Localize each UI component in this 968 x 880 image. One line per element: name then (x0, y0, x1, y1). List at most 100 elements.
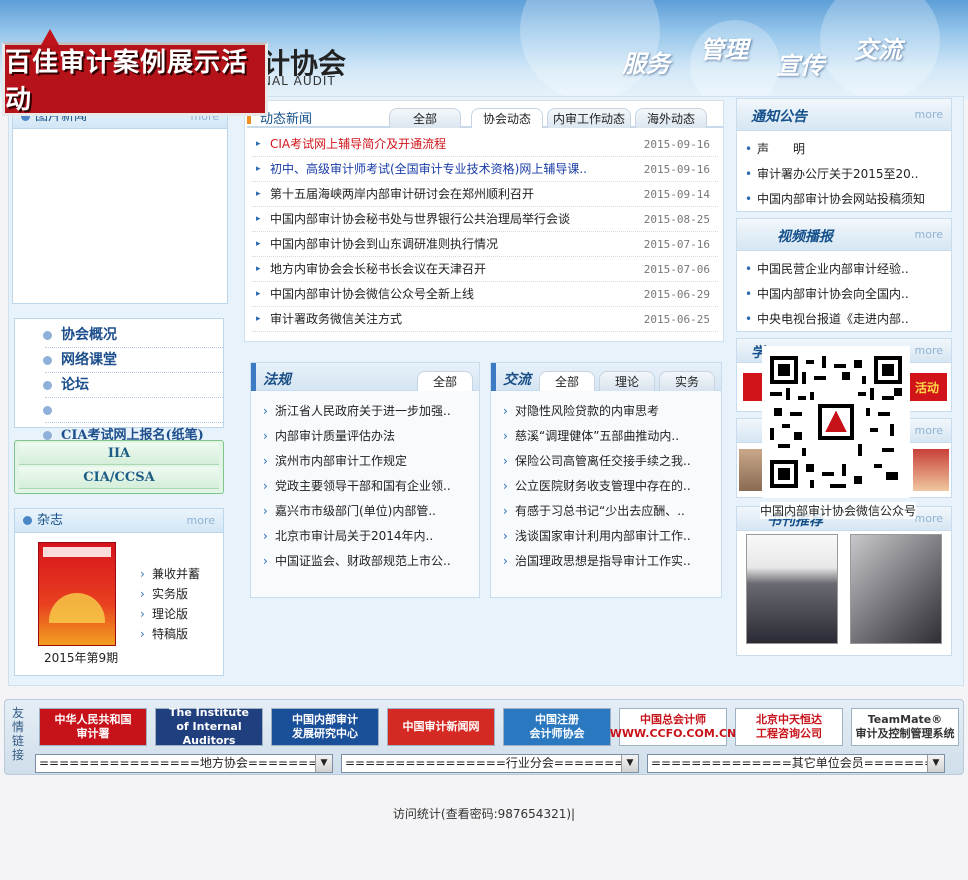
audit-case-banner[interactable]: 百佳审计案例展示活动 (2, 29, 268, 116)
news-item[interactable]: 中国内部审计协会秘书处与世界银行公共治理局举行会谈 2015-08-25 (252, 207, 718, 232)
select-local-association[interactable]: ================地方协会================ ▼ (35, 754, 333, 773)
partner-logo-link[interactable]: TeamMate® 审计及控制管理系统 (851, 708, 959, 746)
promo-more-link[interactable]: more (915, 344, 944, 357)
notice-more-link[interactable]: more (915, 108, 944, 121)
tab-overseas-news[interactable]: 海外动态 (635, 108, 707, 128)
magazine-section-link[interactable]: 兼收并蓄 (140, 564, 200, 584)
video-item[interactable]: 中国内部审计协会向全国内.. (745, 282, 951, 307)
notice-title: 通知公告 (751, 109, 807, 125)
law-item[interactable]: 嘉兴市市级部门(单位)内部管.. (261, 499, 479, 524)
nav-item-empty[interactable] (43, 398, 223, 423)
exchange-tab-theory[interactable]: 理论 (599, 371, 655, 391)
magazine-section-link[interactable]: 特稿版 (140, 624, 200, 644)
law-list: 浙江省人民政府关于进一步加强..内部审计质量评估办法滨州市内部审计工作规定党政主… (251, 391, 479, 574)
magazine-more-link[interactable]: more (187, 509, 216, 533)
law-item[interactable]: 中国证监会、财政部规范上市公.. (261, 549, 479, 574)
nav-item-association-overview[interactable]: 协会概况 (43, 323, 223, 348)
exchange-item[interactable]: 治国理政思想是指导审计工作实.. (501, 549, 721, 574)
page: 计协会 NAL AUDIT 服务 管理 宣传 交流 百佳审计案例展示活动 图片新… (0, 0, 968, 880)
partner-logo-link[interactable]: 中华人民共和国 审计署 (39, 708, 147, 746)
tab-internal-audit-news[interactable]: 内审工作动态 (547, 108, 631, 128)
banner-peak-icon (41, 29, 59, 45)
law-item[interactable]: 内部审计质量评估办法 (261, 424, 479, 449)
video-item[interactable]: 中央电视台报道《走进内部.. (745, 307, 951, 332)
notice-list: 声 明审计署办公厅关于2015至20..中国内部审计协会网站投稿须知 (737, 131, 951, 212)
exchange-tab-all[interactable]: 全部 (539, 371, 595, 391)
news-tabs-bar: 全部 协会动态 内审工作动态 海外动态 (247, 106, 723, 128)
select-industry-branch[interactable]: ================行业分会================ ▼ (341, 754, 639, 773)
slogan-management: 管理 (700, 36, 748, 64)
news-item-title: 审计署政务微信关注方式 (270, 312, 403, 326)
wechat-qr-caption: 中国内部审计协会微信公众号 (760, 502, 917, 519)
visit-stats-footer[interactable]: 访问统计(查看密码:987654321)| (0, 805, 968, 822)
exchange-item[interactable]: 浅谈国家审计利用内部审计工作.. (501, 524, 721, 549)
iia-links-box: IIA CIA/CCSA (14, 440, 224, 494)
person-photo[interactable] (913, 449, 949, 491)
news-item-title: 中国内部审计协会微信公众号全新上线 (270, 287, 475, 301)
photo-news-panel: 图片新闻 more (12, 104, 228, 304)
notice-item[interactable]: 声 明 (745, 137, 951, 162)
video-item[interactable]: 中国民营企业内部审计经验.. (745, 257, 951, 282)
partner-logo-link[interactable]: 北京中天恒达 工程咨询公司 (735, 708, 843, 746)
notice-item[interactable]: 审计署办公厅关于2015至20.. (745, 162, 951, 187)
tab-association-news[interactable]: 协会动态 (471, 108, 543, 128)
slogan-publicity: 宣传 (776, 52, 824, 80)
news-item-date: 2015-09-16 (643, 138, 710, 151)
law-item[interactable]: 北京市审计局关于2014年内.. (261, 524, 479, 549)
news-item[interactable]: 第十五届海峡两岸内部审计研讨会在郑州顺利召开 2015-09-14 (252, 182, 718, 207)
person-photo[interactable] (739, 449, 763, 491)
law-item[interactable]: 浙江省人民政府关于进一步加强.. (261, 399, 479, 424)
slogan-exchange: 交流 (854, 36, 902, 64)
bullet-icon (23, 516, 32, 525)
news-item[interactable]: 中国内部审计协会到山东调研准则执行情况 2015-07-16 (252, 232, 718, 257)
magazine-section-link[interactable]: 理论版 (140, 604, 200, 624)
book-cover-2[interactable] (850, 534, 942, 644)
book-cover-1[interactable] (746, 534, 838, 644)
partner-logo-link[interactable]: The Institute of Internal Auditors (155, 706, 263, 747)
book-more-link[interactable]: more (915, 512, 944, 525)
law-item[interactable]: 党政主要领导干部和国有企业领.. (261, 474, 479, 499)
partner-logo-link[interactable]: 中国总会计师 WWW.CCFO.COM.CN (610, 708, 736, 746)
news-item-title: 中国内部审计协会到山东调研准则执行情况 (270, 237, 499, 251)
exchange-item[interactable]: 慈溪“调理健体”五部曲推动内.. (501, 424, 721, 449)
exchange-header-bar (491, 363, 496, 391)
magazine-cover-image[interactable] (38, 542, 116, 646)
partner-logo-link[interactable]: 中国注册 会计师协会 (503, 708, 611, 746)
exchange-item[interactable]: 公立医院财务收支管理中存在的.. (501, 474, 721, 499)
tab-all[interactable]: 全部 (389, 108, 461, 128)
news-item[interactable]: CIA考试网上辅导简介及开通流程 2015-09-16 (252, 132, 718, 157)
exchange-panel: 交流 全部 理论 实务 对隐性风险贷款的内审思考慈溪“调理健体”五部曲推动内..… (490, 362, 722, 598)
magazine-header: 杂志 more (15, 509, 223, 533)
news-item-date: 2015-06-29 (643, 288, 710, 301)
exchange-tab-practice[interactable]: 实务 (659, 371, 715, 391)
exchange-title: 交流 (503, 372, 531, 388)
video-header: 视频播报 more (737, 219, 951, 251)
news-item[interactable]: 审计署政务微信关注方式 2015-06-25 (252, 307, 718, 332)
exchange-item[interactable]: 有感于习总书记“少出去应酬、.. (501, 499, 721, 524)
video-more-link[interactable]: more (915, 228, 944, 241)
partner-logo-link[interactable]: 中国审计新闻网 (387, 708, 495, 746)
iia-link[interactable]: IIA (19, 443, 219, 465)
magazine-section-link[interactable]: 实务版 (140, 584, 200, 604)
exchange-item[interactable]: 保险公司高管离任交接手续之我.. (501, 449, 721, 474)
exchange-header: 交流 全部 理论 实务 (491, 363, 721, 391)
select-local-association-value: ================地方协会================ (39, 756, 332, 770)
law-item[interactable]: 滨州市内部审计工作规定 (261, 449, 479, 474)
select-other-members[interactable]: ==============其它单位会员============== ▼ (647, 754, 945, 773)
news-item-date: 2015-07-16 (643, 238, 710, 251)
news-item[interactable]: 地方内审协会会长秘书长会议在天津召开 2015-07-06 (252, 257, 718, 282)
video-title: 视频播报 (777, 229, 833, 245)
cia-ccsa-link[interactable]: CIA/CCSA (19, 467, 219, 489)
site-nav-panel: 协会概况 网络课堂 论坛 CIA考试网上报名(纸笔) (14, 318, 224, 448)
news-item[interactable]: 中国内部审计协会微信公众号全新上线 2015-06-29 (252, 282, 718, 307)
news-item[interactable]: 初中、高级审计师考试(全国审计专业技术资格)网上辅导课.. 2015-09-16 (252, 157, 718, 182)
exchange-item[interactable]: 对隐性风险贷款的内审思考 (501, 399, 721, 424)
notice-item[interactable]: 中国内部审计协会网站投稿须知 (745, 187, 951, 212)
notice-header: 通知公告 more (737, 99, 951, 131)
law-tab-all[interactable]: 全部 (417, 371, 473, 391)
people-more-link[interactable]: more (915, 424, 944, 437)
nav-item-online-classroom[interactable]: 网络课堂 (43, 348, 223, 373)
video-list: 中国民营企业内部审计经验..中国内部审计协会向全国内..中央电视台报道《走进内部… (737, 251, 951, 332)
partner-logo-link[interactable]: 中国内部审计 发展研究中心 (271, 708, 379, 746)
nav-item-forum[interactable]: 论坛 (43, 373, 223, 398)
